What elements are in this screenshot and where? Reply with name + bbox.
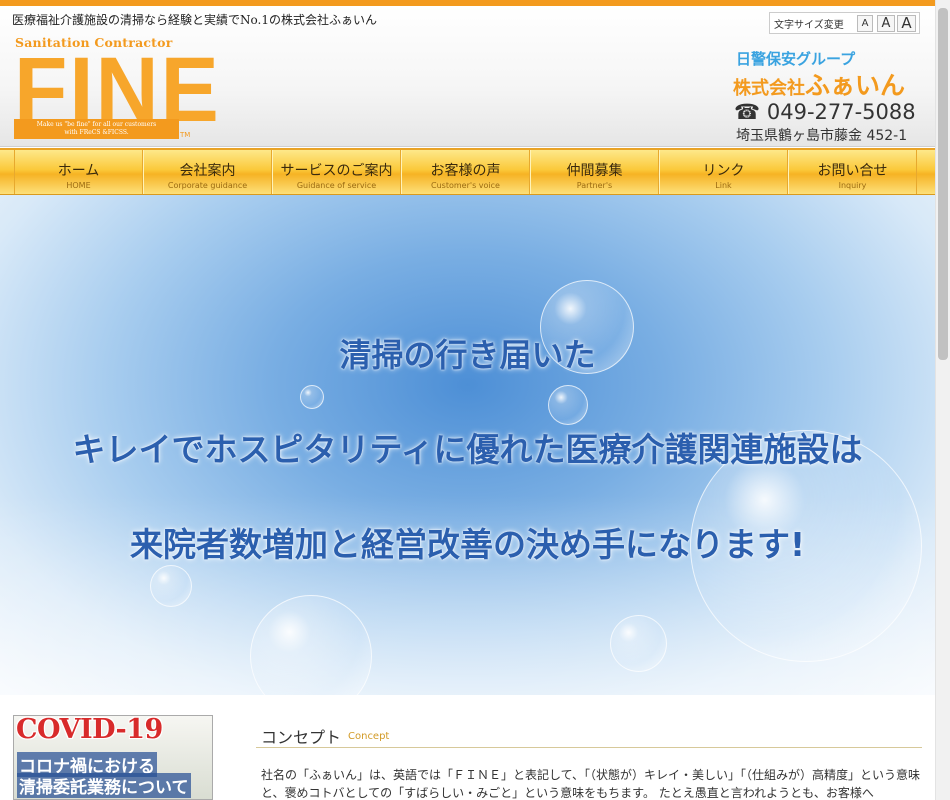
logo-band-line2: with FReCS &FICSS. bbox=[64, 129, 129, 136]
nav-label-ja: 会社案内 bbox=[179, 163, 236, 179]
hero-line-2: キレイでホスピタリティに優れた医療介護関連施設は bbox=[72, 430, 863, 469]
concept-title-en: Concept bbox=[348, 731, 390, 742]
nav-label-ja: リンク bbox=[702, 163, 745, 179]
nav-item-partner[interactable]: 仲間募集 Partner's bbox=[530, 150, 659, 194]
nav-label-ja: お客様の声 bbox=[430, 163, 501, 179]
vertical-scrollbar[interactable] bbox=[935, 0, 950, 800]
font-size-large-button[interactable]: A bbox=[897, 15, 916, 32]
nav-label-en: Partner's bbox=[576, 181, 613, 190]
nav-label-ja: サービスのご案内 bbox=[280, 163, 393, 179]
font-size-small-button[interactable]: A bbox=[857, 15, 873, 32]
logo-band: Make us "be fine" for all our customers … bbox=[14, 119, 179, 139]
site-header: 医療福祉介護施設の清掃なら経験と実績でNo.1の株式会社ふぁいん 文字サイズ変更… bbox=[0, 6, 935, 147]
font-size-switcher: 文字サイズ変更 A A A bbox=[769, 12, 920, 34]
nav-item-service[interactable]: サービスのご案内 Guidance of service bbox=[272, 150, 401, 194]
company-name: 株式会社ふぁいん bbox=[733, 66, 905, 102]
address: 埼玉県鶴ヶ島市藤金 452-1 bbox=[736, 128, 908, 144]
site-tagline: 医療福祉介護施設の清掃なら経験と実績でNo.1の株式会社ふぁいん bbox=[12, 13, 377, 27]
nav-item-inquiry[interactable]: お問い合せ Inquiry bbox=[788, 150, 917, 194]
nav-label-ja: ホーム bbox=[57, 163, 100, 179]
font-size-medium-button[interactable]: A bbox=[877, 15, 895, 32]
nav-label-en: Link bbox=[715, 181, 732, 190]
company-name-main: ふぁいん bbox=[805, 71, 906, 100]
fine-logo[interactable]: Sanitation Contractor FINE Make us "be f… bbox=[14, 35, 219, 141]
font-size-label: 文字サイズ変更 bbox=[774, 20, 844, 31]
nav-label-en: Customer's voice bbox=[431, 181, 500, 190]
phone-icon: ☎ bbox=[734, 100, 761, 124]
hero-banner: 清掃の行き届いた キレイでホスピタリティに優れた医療介護関連施設は 来院者数増加… bbox=[0, 195, 935, 695]
logo-band-line1: Make us "be fine" for all our customers bbox=[36, 121, 157, 128]
covid-banner[interactable]: COVID-19 コロナ禍における 清掃委託業務について bbox=[13, 715, 213, 800]
nav-item-link[interactable]: リンク Link bbox=[659, 150, 788, 194]
nav-label-en: Corporate guidance bbox=[167, 181, 248, 190]
page: 医療福祉介護施設の清掃なら経験と実績でNo.1の株式会社ふぁいん 文字サイズ変更… bbox=[0, 6, 935, 800]
hero-line-3: 来院者数増加と経営改善の決め手になります! bbox=[129, 525, 806, 564]
phone-number: ☎ 049-277-5088 bbox=[734, 100, 916, 124]
nav-label-ja: 仲間募集 bbox=[566, 163, 623, 179]
hero-line-1: 清掃の行き届いた bbox=[339, 336, 596, 374]
concept-body: 社名の「ふぁいん」は、英語では「ＦＩＮＥ」と表記して、「（状態が）キレイ・美しい… bbox=[261, 768, 921, 800]
nav-item-corporate[interactable]: 会社案内 Corporate guidance bbox=[143, 150, 272, 194]
main-nav: ホーム HOME 会社案内 Corporate guidance サービスのご案… bbox=[0, 148, 935, 195]
concept-heading: コンセプト Concept bbox=[256, 719, 922, 748]
covid-line-3: 清掃委託業務について bbox=[17, 773, 191, 798]
logo-trademark: TM bbox=[180, 131, 191, 139]
nav-item-home[interactable]: ホーム HOME bbox=[14, 150, 143, 194]
nav-label-en: Inquiry bbox=[838, 181, 867, 190]
nav-item-voice[interactable]: お客様の声 Customer's voice bbox=[401, 150, 530, 194]
nav-label-en: Guidance of service bbox=[296, 181, 377, 190]
nav-label-ja: お問い合せ bbox=[817, 163, 888, 179]
concept-title-ja: コンセプト bbox=[261, 728, 342, 747]
covid-title: COVID-19 bbox=[16, 715, 163, 745]
nav-label-en: HOME bbox=[66, 181, 91, 190]
phone-text: 049-277-5088 bbox=[766, 100, 916, 124]
company-prefix: 株式会社 bbox=[733, 78, 805, 99]
scrollbar-thumb[interactable] bbox=[938, 8, 948, 360]
